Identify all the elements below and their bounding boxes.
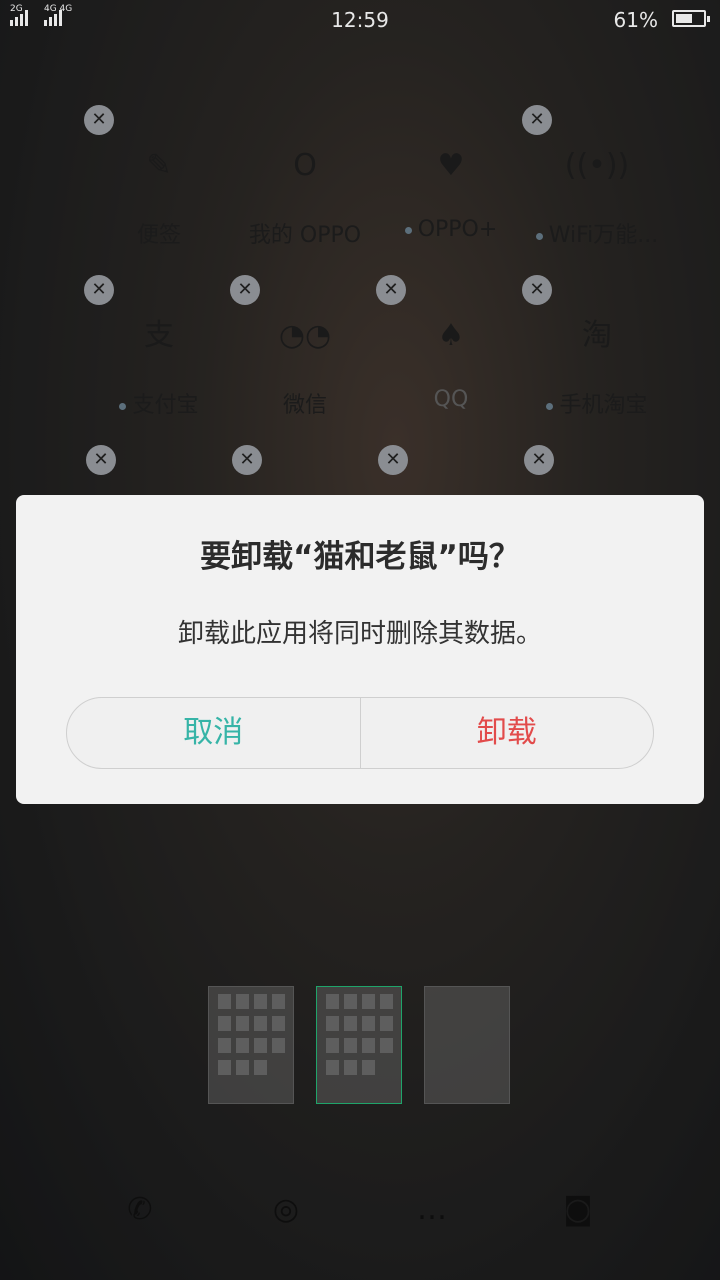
app-icon-cell[interactable]: ✕ ✎ 便签 [84,105,232,275]
battery-level-fill [676,14,692,23]
page-app-block [362,1038,375,1053]
page-app-block [272,994,285,1009]
app-label: 支付宝 [76,387,242,419]
qq-penguin-icon: ♠ [437,318,465,353]
page-app-block [380,1016,393,1031]
page-app-block [254,1060,267,1075]
phone-icon[interactable]: ✆ [120,1190,160,1230]
page-app-block [236,1038,249,1053]
page-app-block [380,994,393,1009]
app-name: QQ [433,387,469,412]
page-app-block [344,1060,357,1075]
app-name: 手机淘宝 [559,393,648,418]
page-app-block [218,1038,231,1053]
wechat-icon: ◔◔ [278,318,332,353]
app-name: 我的 OPPO [248,223,362,248]
new-badge-dot [404,226,412,234]
page-app-block [362,994,375,1009]
app-label: 微信 [222,387,388,419]
app-label: 手机淘宝 [514,387,680,419]
new-badge-dot [119,402,127,410]
uninstall-dialog: 要卸载“猫和老鼠”吗？ 卸载此应用将同时删除其数据。 取消 卸载 [16,495,704,804]
page-app-block [344,1016,357,1031]
remove-app-icon[interactable]: ✕ [524,445,554,475]
page-app-block [326,994,339,1009]
page-app-block [272,1038,285,1053]
page-thumbnail[interactable] [208,986,294,1104]
wifi-key-icon: ((•)) [564,148,630,183]
camera-icon[interactable]: ◙ [558,1190,598,1230]
page-app-block [380,1038,393,1053]
app-icon-cell[interactable]: ♥ OPPO+ [378,105,524,275]
page-app-block [344,1038,357,1053]
remove-app-icon[interactable]: ✕ [84,275,114,305]
page-app-block [254,994,267,1009]
page-app-block [254,1038,267,1053]
page-app-block [272,1016,285,1031]
app-icon-cell[interactable]: ✕ ((•)) WiFi万能... [522,105,670,275]
page-app-block [326,1016,339,1031]
app-name: 支付宝 [132,393,199,418]
remove-app-icon[interactable]: ✕ [522,275,552,305]
page-thumbnail[interactable] [316,986,402,1104]
page-app-block [362,1016,375,1031]
status-bar: 2G 4G 4G 12:59 61% [0,0,720,38]
uninstall-button[interactable]: 卸载 [361,698,654,768]
remove-app-icon[interactable]: ✕ [86,445,116,475]
app-label: 我的 OPPO [222,217,388,249]
app-name: 微信 [282,393,327,418]
app-label: 便签 [76,217,242,249]
page-app-block [344,994,357,1009]
note-edit-icon: ✎ [146,148,172,183]
app-name: OPPO+ [417,217,498,242]
page-app-block [236,1060,249,1075]
page-app-block [362,1060,375,1075]
app-icon-cell[interactable]: ✕ 淘手机淘宝 [522,275,670,445]
battery-percent: 61% [613,8,658,32]
remove-app-icon[interactable]: ✕ [230,275,260,305]
cancel-button[interactable]: 取消 [67,698,361,768]
page-app-block [254,1016,267,1031]
remove-app-icon[interactable]: ✕ [376,275,406,305]
new-badge-dot [546,402,554,410]
remove-app-icon[interactable]: ✕ [378,445,408,475]
heart-icon: ♥ [437,148,465,183]
page-thumbnail[interactable] [424,986,510,1104]
app-name: WiFi万能... [548,223,659,248]
page-app-block [218,1060,231,1075]
remove-app-icon[interactable]: ✕ [522,105,552,135]
page-app-block [218,1016,231,1031]
browser-icon[interactable]: ◎ [266,1190,306,1230]
taobao-icon: 淘 [582,318,612,353]
app-label: QQ [368,387,534,412]
dialog-button-group: 取消 卸载 [66,697,654,769]
battery-icon [672,10,710,27]
app-label: OPPO+ [368,217,534,242]
page-app-block [326,1060,339,1075]
page-app-block [236,1016,249,1031]
alipay-icon: 支 [144,318,174,353]
dialog-title: 要卸载“猫和老鼠”吗？ [200,539,520,575]
status-time: 12:59 [331,8,389,32]
app-icon-cell[interactable]: ✕ 支支付宝 [84,275,232,445]
oppo-icon: O [293,148,317,183]
app-name: 便签 [136,223,181,248]
app-icon-cell[interactable]: ✕ ◔◔ 微信 [230,275,378,445]
remove-app-icon[interactable]: ✕ [84,105,114,135]
page-app-block [218,994,231,1009]
app-icon-cell[interactable]: ✕ ♠ QQ [376,275,524,445]
remove-app-icon[interactable]: ✕ [232,445,262,475]
app-icon-cell[interactable]: O 我的 OPPO [232,105,378,275]
page-app-block [236,994,249,1009]
page-app-block [326,1038,339,1053]
message-icon[interactable]: … [412,1190,452,1230]
new-badge-dot [535,232,543,240]
app-label: WiFi万能... [514,217,680,249]
dialog-message: 卸载此应用将同时删除其数据。 [177,619,542,649]
